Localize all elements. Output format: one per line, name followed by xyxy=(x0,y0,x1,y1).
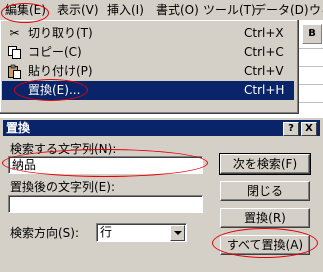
find-next-button[interactable]: 次を検索(F) xyxy=(219,153,311,175)
menu-item-label: 置換(E)... xyxy=(28,83,81,97)
find-label: 検索する文字列(N): xyxy=(10,142,117,156)
close-x-button[interactable]: X xyxy=(301,122,317,136)
direction-label: 検索方向(S): xyxy=(10,226,80,240)
menu-item-shortcut: Ctrl+H xyxy=(244,83,285,97)
replace-button[interactable]: 置換(R) xyxy=(220,208,310,228)
menu-item-replace[interactable]: 置換(E)... Ctrl+H xyxy=(2,81,294,100)
menu-insert[interactable]: 挿入(I) xyxy=(107,3,144,17)
menu-tools[interactable]: ツール(T) xyxy=(203,3,256,17)
close-button[interactable]: 閉じる xyxy=(220,181,310,201)
grid-line xyxy=(299,48,323,49)
menu-item-label: 貼り付け(P) xyxy=(28,64,93,78)
copy-icon xyxy=(7,45,22,60)
menu-bar: 編集(E) 表示(V) 挿入(I) 書式(O) ツール(T) データ(D) ウィ xyxy=(0,0,323,21)
dialog-titlebar: 置換 ? X xyxy=(3,120,320,136)
replace-label: 置換後の文字列(E): xyxy=(10,180,115,194)
menu-item-cut[interactable]: ✂ 切り取り(T) Ctrl+X xyxy=(2,24,294,43)
menu-item-copy[interactable]: コピー(C) Ctrl+C xyxy=(2,43,294,62)
menu-item-shortcut: Ctrl+V xyxy=(244,64,284,78)
menu-item-label: 切り取り(T) xyxy=(28,26,93,40)
help-button[interactable]: ? xyxy=(283,122,299,136)
menu-item-shortcut: Ctrl+X xyxy=(244,26,284,40)
menu-format[interactable]: 書式(O) xyxy=(156,3,199,17)
grid-line xyxy=(299,102,323,103)
menu-item-shortcut: Ctrl+C xyxy=(244,45,284,59)
replace-input[interactable] xyxy=(8,195,203,213)
menu-data[interactable]: データ(D) xyxy=(254,3,309,17)
edit-menu-dropdown: ✂ 切り取り(T) Ctrl+X コピー(C) Ctrl+C 貼り付け(P) C… xyxy=(0,20,299,114)
menu-view[interactable]: 表示(V) xyxy=(57,3,99,17)
menu-item-label: コピー(C) xyxy=(28,45,82,59)
find-input[interactable]: 納品 xyxy=(8,156,203,174)
direction-select[interactable]: 行 xyxy=(96,223,187,242)
chevron-down-icon[interactable] xyxy=(170,225,185,241)
bold-button[interactable]: B xyxy=(302,24,322,44)
replace-all-button[interactable]: すべて置換(A) xyxy=(220,235,310,255)
dialog-title: 置換 xyxy=(6,121,31,135)
grid-line xyxy=(299,66,323,67)
menu-window[interactable]: ウィ xyxy=(309,3,323,17)
menu-item-paste[interactable]: 貼り付け(P) Ctrl+V xyxy=(2,62,294,81)
paste-icon xyxy=(7,64,22,79)
scissors-icon: ✂ xyxy=(9,26,20,40)
menu-edit[interactable]: 編集(E) xyxy=(5,3,46,17)
grid-line xyxy=(299,84,323,85)
direction-select-value: 行 xyxy=(100,225,113,239)
replace-dialog: 置換 ? X 検索する文字列(N): 納品 置換後の文字列(E): 検索方向(S… xyxy=(0,118,323,272)
